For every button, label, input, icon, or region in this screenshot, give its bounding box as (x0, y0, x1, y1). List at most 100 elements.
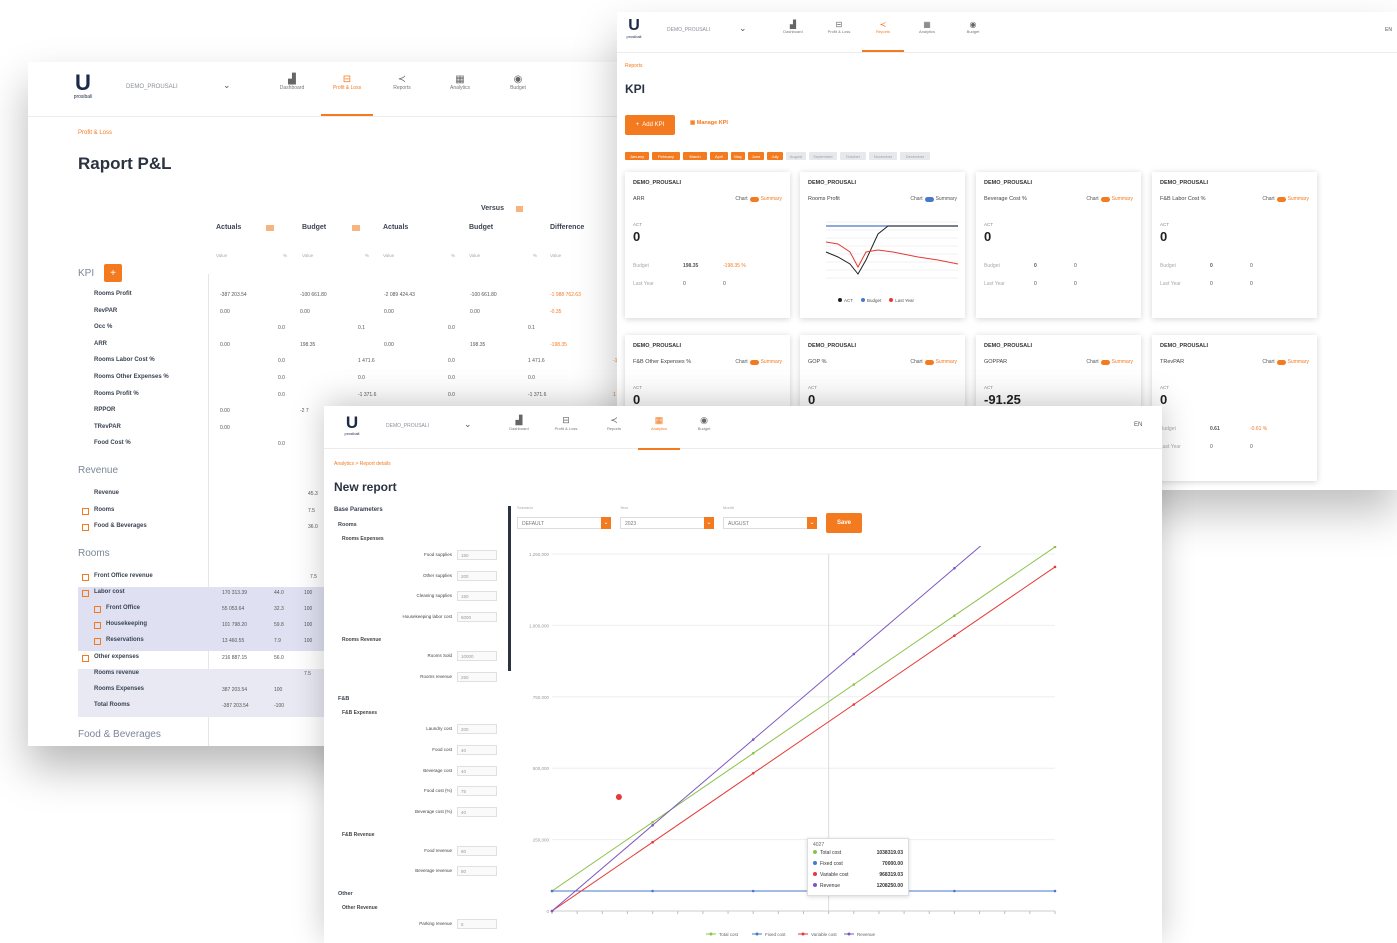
kpi-row-label[interactable]: Rooms Labor Cost % (94, 357, 155, 363)
expand-icon[interactable] (82, 654, 89, 662)
month-tab[interactable]: September (809, 152, 837, 160)
nav-dashboard[interactable]: ▟ Dashboard (496, 415, 542, 448)
param-input[interactable]: 80 (457, 845, 497, 856)
year-select[interactable]: 2023 ⌄ (620, 517, 714, 529)
nav-profit-loss[interactable]: ⊟ Profit & Loss (542, 415, 590, 448)
rooms-row-label[interactable]: Housekeeping (106, 621, 147, 627)
rooms-row-label[interactable]: Rooms revenue (94, 670, 139, 676)
nav-budget[interactable]: ◉ Budget (950, 20, 996, 50)
rooms-row-label[interactable]: Other expenses (94, 654, 139, 660)
rooms-row-label[interactable]: Front Office (106, 605, 140, 611)
param-input[interactable]: 75 (457, 786, 497, 797)
toggle-switch[interactable] (749, 196, 759, 202)
param-input[interactable]: 40 (457, 765, 497, 776)
param-input[interactable]: 150 (457, 550, 497, 560)
param-input[interactable]: 40 (457, 807, 497, 817)
revenue-row-label[interactable]: Revenue (94, 490, 119, 496)
month-tab[interactable]: February (652, 152, 680, 160)
month-tab[interactable]: November (869, 152, 897, 160)
kpi-row-label[interactable]: Rooms Profit (94, 291, 132, 297)
chart-summary-toggle[interactable]: Chart Summary (1086, 359, 1133, 365)
kpi-row-label[interactable]: RevPAR (94, 308, 117, 314)
nav-reports[interactable]: ≺ Reports (373, 74, 431, 114)
toggle-switch[interactable] (1276, 359, 1286, 365)
rooms-row-label[interactable]: Total Rooms (94, 702, 130, 708)
nav-analytics[interactable]: ▦ Analytics (431, 74, 489, 114)
chevron-down-icon[interactable]: ⌄ (223, 80, 231, 91)
kpi-row-label[interactable]: RPPOR (94, 407, 115, 413)
toggle-switch[interactable] (749, 359, 759, 365)
toggle-switch[interactable] (1100, 196, 1110, 202)
param-input[interactable]: 200 (457, 570, 497, 581)
month-tab[interactable]: June (748, 152, 764, 160)
kpi-row-label[interactable]: Occ % (94, 324, 112, 330)
month-tab[interactable]: March (683, 152, 707, 160)
manage-kpi-button[interactable]: ▦ Manage KPI (690, 120, 728, 126)
toggle-switch[interactable] (1276, 196, 1286, 202)
chart-summary-toggle[interactable]: Chart Summary (735, 359, 782, 365)
expand-icon[interactable] (94, 606, 101, 614)
column-toggle-icon[interactable] (266, 225, 274, 231)
kpi-row-label[interactable]: ARR (94, 341, 107, 347)
versus-icon[interactable] (516, 206, 523, 212)
nav-reports[interactable]: ≺ Reports (862, 20, 904, 52)
expand-icon[interactable] (82, 507, 89, 515)
revenue-row-label[interactable]: Rooms (94, 507, 114, 513)
param-input[interactable]: 5000 (457, 612, 497, 623)
month-tab[interactable]: July (767, 152, 783, 160)
expand-icon[interactable] (94, 622, 101, 630)
revenue-row-label[interactable]: Food & Beverages (94, 523, 147, 529)
breadcrumb-analytics[interactable]: Analytics (334, 461, 354, 467)
param-input[interactable]: 80 (457, 866, 497, 877)
kpi-row-label[interactable]: Rooms Other Expenses % (94, 374, 169, 380)
save-button[interactable]: Save (826, 513, 862, 533)
expand-icon[interactable] (82, 524, 89, 531)
month-tab[interactable]: October (840, 152, 866, 160)
legend-label[interactable]: Total cost (719, 932, 739, 937)
month-tab[interactable]: April (710, 152, 728, 160)
add-kpi-button[interactable]: + (104, 264, 122, 282)
rooms-row-label[interactable]: Labor cost (94, 589, 125, 595)
kpi-row-label[interactable]: Food Cost % (94, 440, 131, 446)
kpi-row-label[interactable]: Rooms Profit % (94, 391, 139, 397)
month-tab[interactable]: May (731, 152, 745, 160)
legend-label[interactable]: Variable cost (811, 932, 837, 937)
kpi-row-label[interactable]: TRevPAR (94, 424, 121, 430)
toggle-switch[interactable] (1100, 359, 1110, 365)
kpi-card[interactable]: DEMO_PROUSALI Rooms Profit Chart Summary ACT… (800, 172, 965, 318)
breadcrumb[interactable]: Profit & Loss (78, 130, 112, 136)
chart-summary-toggle[interactable]: Chart Summary (1262, 359, 1309, 365)
chevron-down-icon[interactable]: ⌄ (464, 419, 472, 430)
break-even-marker[interactable] (615, 794, 622, 801)
kpi-card[interactable]: DEMO_PROUSALI TRevPAR Chart Summary ACT 0 Budg… (1152, 335, 1317, 481)
param-input[interactable]: 40 (457, 744, 497, 755)
chart-summary-toggle[interactable]: Chart Summary (1262, 196, 1309, 202)
expand-icon[interactable] (82, 574, 89, 581)
kpi-card[interactable]: DEMO_PROUSALI F&B Labor Cost % Chart Summar… (1152, 172, 1317, 318)
chart-summary-toggle[interactable]: Chart Summary (910, 359, 957, 365)
toggle-switch[interactable] (924, 196, 934, 202)
breadcrumb[interactable]: Reports (625, 63, 643, 69)
param-input[interactable]: 10000 (457, 650, 497, 661)
language-selector[interactable]: EN (1385, 27, 1392, 33)
nav-dashboard[interactable]: ▟ Dashboard (770, 20, 816, 50)
kpi-card[interactable]: DEMO_PROUSALI ARR Chart Summary ACT 0 Budget 19… (625, 172, 790, 318)
chart-summary-toggle[interactable]: Chart Summary (910, 196, 957, 202)
expand-icon[interactable] (82, 590, 89, 598)
chart-summary-toggle[interactable]: Chart Summary (735, 196, 782, 202)
param-input[interactable]: 5 (457, 919, 497, 930)
legend-label[interactable]: Revenue (857, 932, 876, 937)
month-select[interactable]: AUGUST ⌄ (723, 517, 817, 529)
toggle-switch[interactable] (924, 359, 934, 365)
param-input[interactable]: 150 (457, 591, 497, 602)
legend-label[interactable]: Fixed cost (765, 932, 786, 937)
nav-budget[interactable]: ◉ Budget (489, 74, 547, 114)
month-tab[interactable]: August (786, 152, 806, 160)
scenario-select[interactable]: DEFAULT ⌄ (517, 517, 611, 529)
nav-dashboard[interactable]: ▟ Dashboard (263, 74, 321, 114)
kpi-card[interactable]: DEMO_PROUSALI Beverage Cost % Chart Summary… (976, 172, 1141, 318)
nav-analytics[interactable]: ▦ Analytics (638, 415, 680, 450)
month-tab[interactable]: December (900, 152, 930, 160)
nav-budget[interactable]: ◉ Budget (680, 415, 728, 448)
param-input[interactable]: 200 (457, 724, 497, 735)
